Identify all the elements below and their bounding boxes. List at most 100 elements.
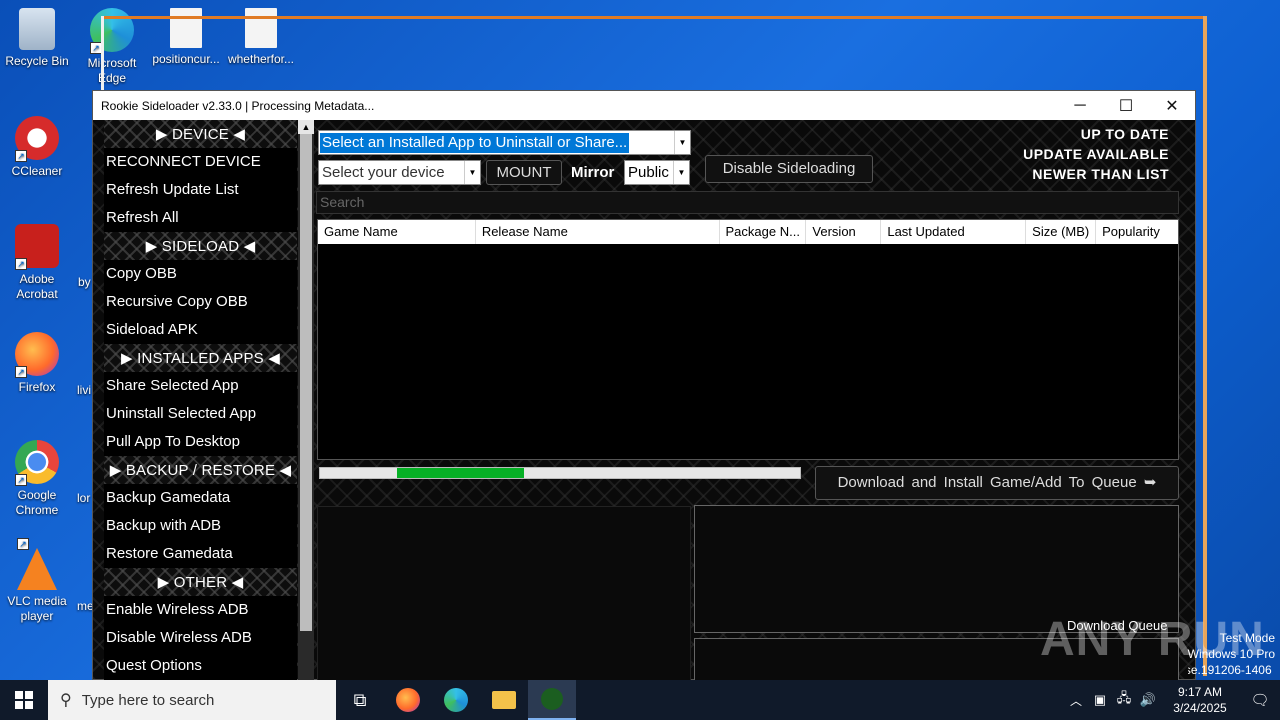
- desktop-icon-vlc[interactable]: ↗ VLC media player: [0, 538, 75, 624]
- desktop-icon-label: Google Chrome: [15, 488, 59, 517]
- taskbar-search-placeholder: Type here to search: [81, 691, 215, 709]
- sidebar-header-label: BACKUP / RESTORE: [125, 461, 276, 479]
- installed-app-combo[interactable]: Select an Installed App to Uninstall or …: [318, 130, 691, 155]
- taskbar: ⚲ Type here to search ⧉ ︿ ▣ 🖧 🔊 9:17 AM …: [0, 680, 1280, 720]
- taskbar-search-input[interactable]: ⚲ Type here to search: [48, 680, 336, 720]
- column-header-game-name[interactable]: Game Name: [318, 220, 476, 244]
- shortcut-arrow-icon: ↗: [15, 366, 27, 378]
- desktop-icon-label: Adobe Acrobat: [16, 272, 58, 301]
- minimize-button[interactable]: ─: [1057, 91, 1103, 120]
- desktop-icon-label: positioncur...: [152, 52, 220, 66]
- tray-app-icon[interactable]: ▣: [1088, 680, 1112, 720]
- sidebar-item-recursive-copy-obb[interactable]: Recursive Copy OBB: [104, 288, 297, 316]
- progress-bar: [319, 467, 801, 479]
- sidebar-item-restore-gamedata[interactable]: Restore Gamedata: [104, 540, 297, 568]
- shortcut-arrow-icon: ↗: [15, 150, 27, 162]
- sidebar-item-uninstall-selected-app[interactable]: Uninstall Selected App: [104, 400, 297, 428]
- sidebar-item-quest-options[interactable]: Quest Options: [104, 652, 297, 680]
- column-header-popularity[interactable]: Popularity: [1096, 220, 1178, 244]
- sidebar-header-other: ▶ OTHER ◀: [104, 568, 297, 596]
- desktop-icon-label: Microsoft Edge: [87, 56, 137, 85]
- sidebar-item-copy-obb[interactable]: Copy OBB: [104, 260, 297, 288]
- sidebar-item-sideload-apk[interactable]: Sideload APK: [104, 316, 297, 344]
- sidebar: ▶ DEVICE ◀ RECONNECT DEVICE Refresh Upda…: [104, 120, 297, 681]
- disable-sideloading-button[interactable]: Disable Sideloading: [705, 155, 873, 183]
- desktop-icon-edge[interactable]: ↗ Microsoft Edge: [74, 8, 150, 86]
- games-table[interactable]: Game Name Release Name Package N... Vers…: [317, 219, 1179, 460]
- sidebar-header-backup-restore: ▶ BACKUP / RESTORE ◀: [104, 456, 297, 484]
- chevron-down-icon[interactable]: ▼: [673, 161, 689, 184]
- sidebar-item-refresh-all[interactable]: Refresh All: [104, 204, 297, 232]
- sidebar-header-label: SIDELOAD: [161, 237, 240, 255]
- task-view-icon[interactable]: ⧉: [336, 680, 384, 720]
- shortcut-arrow-icon: ↗: [15, 474, 27, 486]
- sidebar-item-disable-wireless-adb[interactable]: Disable Wireless ADB: [104, 624, 297, 652]
- firefox-taskbar-icon[interactable]: [384, 680, 432, 720]
- sidebar-header-label: OTHER: [173, 573, 228, 591]
- desktop-icon-firefox[interactable]: ↗ Firefox: [0, 332, 75, 395]
- window-titlebar[interactable]: Rookie Sideloader v2.33.0 | Processing M…: [93, 91, 1195, 120]
- table-header: Game Name Release Name Package N... Vers…: [318, 220, 1178, 244]
- chevron-down-icon[interactable]: ▼: [464, 161, 480, 184]
- app-client-area: ▶ DEVICE ◀ RECONNECT DEVICE Refresh Upda…: [93, 120, 1195, 681]
- mirror-combo[interactable]: Public ▼: [624, 160, 690, 185]
- desktop-icon-label: whetherfor...: [227, 52, 295, 66]
- device-combo-value: Select your device: [322, 164, 445, 181]
- scroll-up-arrow-icon[interactable]: ▲: [298, 120, 314, 134]
- sidebar-item-reconnect-device[interactable]: RECONNECT DEVICE: [104, 148, 297, 176]
- desktop-icon-acrobat[interactable]: ↗ Adobe Acrobat: [0, 224, 75, 302]
- column-header-size[interactable]: Size (MB): [1026, 220, 1097, 244]
- recycle-bin-icon: [19, 8, 55, 50]
- search-icon: ⚲: [60, 692, 72, 709]
- column-header-package-name[interactable]: Package N...: [720, 220, 807, 244]
- file-explorer-icon[interactable]: [480, 680, 528, 720]
- app-window: Rookie Sideloader v2.33.0 | Processing M…: [92, 90, 1196, 681]
- clock-date: 3/24/2025: [1173, 701, 1227, 715]
- sidebar-scrollbar-thumb[interactable]: [300, 126, 312, 631]
- shortcut-arrow-icon: ↗: [17, 538, 29, 550]
- column-header-last-updated[interactable]: Last Updated: [881, 220, 1027, 244]
- chevron-up-icon[interactable]: ︿: [1064, 680, 1088, 720]
- sidebar-item-refresh-update-list[interactable]: Refresh Update List: [104, 176, 297, 204]
- status-update-available: UPDATE AVAILABLE: [1023, 146, 1169, 162]
- sidebar-item-pull-app-to-desktop[interactable]: Pull App To Desktop: [104, 428, 297, 456]
- column-header-version[interactable]: Version: [806, 220, 882, 244]
- mirror-combo-value: Public: [628, 164, 669, 181]
- os-info-line: Build 19041.1.amd64fre.vb_release.191206…: [1187, 663, 1272, 677]
- close-button[interactable]: ✕: [1149, 91, 1195, 120]
- network-icon[interactable]: 🖧: [1112, 680, 1136, 720]
- sidebar-item-backup-with-adb[interactable]: Backup with ADB: [104, 512, 297, 540]
- sidebar-item-enable-wireless-adb[interactable]: Enable Wireless ADB: [104, 596, 297, 624]
- mirror-label: Mirror: [571, 164, 615, 181]
- taskbar-clock[interactable]: 9:17 AM 3/24/2025: [1160, 684, 1240, 716]
- os-info-line: Windows 10 Pro: [1187, 647, 1275, 661]
- desktop-icon-ccleaner[interactable]: ↗ CCleaner: [0, 116, 75, 179]
- window-title: Rookie Sideloader v2.33.0 | Processing M…: [101, 98, 375, 113]
- column-header-release-name[interactable]: Release Name: [476, 220, 720, 244]
- search-input[interactable]: Search: [316, 191, 1179, 214]
- sidebar-header-label: INSTALLED APPS: [137, 349, 264, 367]
- sidebar-item-backup-gamedata[interactable]: Backup Gamedata: [104, 484, 297, 512]
- os-info: Test Mode Windows 10 Pro Build 19041.1.a…: [1188, 630, 1275, 678]
- sidebar-header-label: DEVICE: [171, 125, 230, 143]
- notification-icon[interactable]: 🗨: [1240, 680, 1280, 720]
- chevron-down-icon[interactable]: ▼: [674, 131, 690, 154]
- desktop-icon-recycle-bin[interactable]: Recycle Bin: [0, 8, 75, 69]
- mount-button[interactable]: MOUNT: [486, 160, 562, 185]
- os-info-line: Test Mode: [1219, 631, 1275, 645]
- shortcut-arrow-icon: ↗: [15, 258, 27, 270]
- sidebar-header-sideload: ▶ SIDELOAD ◀: [104, 232, 297, 260]
- download-install-button[interactable]: Download and Install Game/Add To Queue ➥: [815, 466, 1179, 500]
- desktop-icon-chrome[interactable]: ↗ Google Chrome: [0, 440, 75, 518]
- progress-bar-fill: [396, 468, 524, 478]
- maximize-button[interactable]: ☐: [1103, 91, 1149, 120]
- desktop-icon-label: VLC media player: [7, 594, 67, 623]
- start-button[interactable]: [0, 680, 48, 720]
- volume-icon[interactable]: 🔊: [1136, 680, 1160, 720]
- edge-taskbar-icon[interactable]: [432, 680, 480, 720]
- ccleaner-icon: ↗: [15, 116, 59, 162]
- sidebar-item-share-selected-app[interactable]: Share Selected App: [104, 372, 297, 400]
- device-combo[interactable]: Select your device ▼: [318, 160, 481, 185]
- status-newer-than-list: NEWER THAN LIST: [1032, 166, 1169, 182]
- rookie-sideloader-taskbar-icon[interactable]: [528, 680, 576, 720]
